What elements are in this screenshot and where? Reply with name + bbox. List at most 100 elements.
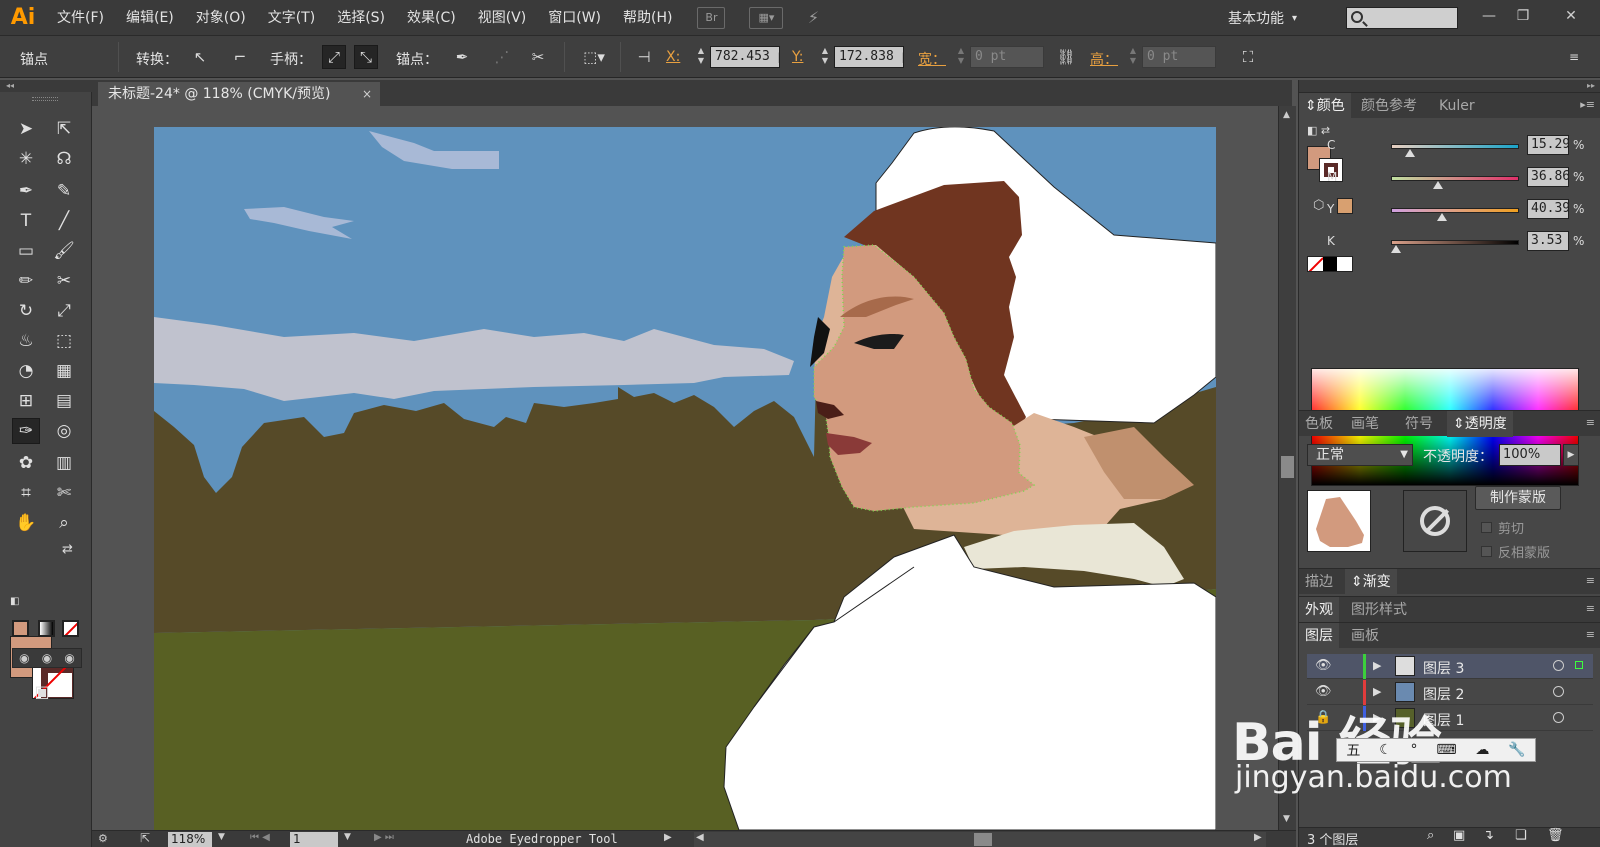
isolate-icon[interactable]: ⬚▾ [578, 45, 610, 69]
color-mode-icon[interactable] [12, 620, 29, 637]
screen-mode-icon[interactable]: ▣ [28, 678, 56, 704]
small-fill-stroke-icon[interactable]: ◧ ⇄ [1307, 124, 1330, 137]
next-artboard-icon[interactable]: ▶ ⏭ [374, 832, 394, 843]
channel-slider-thumb[interactable] [1433, 181, 1444, 189]
channel-value-field[interactable]: 3.53 [1527, 231, 1569, 251]
artboard-tool-icon[interactable]: ⌗ [12, 480, 40, 506]
close-window-button[interactable]: ✕ [1556, 4, 1586, 28]
moon-icon[interactable]: ☾ [1379, 742, 1392, 758]
show-handles-icon[interactable]: ⤢ [322, 45, 346, 69]
column-graph-tool-icon[interactable]: ▥ [50, 450, 78, 476]
tab-gradient[interactable]: ⇕渐变 [1345, 569, 1397, 595]
tab-swatches[interactable]: 色板 [1299, 411, 1339, 437]
invert-mask-checkbox-row[interactable]: 反相蒙版 [1481, 542, 1550, 561]
channel-value-field[interactable]: 36.86 [1527, 167, 1569, 187]
curvature-tool-icon[interactable]: ✎ [50, 178, 78, 204]
status-menu-icon[interactable]: ▶ [664, 832, 672, 843]
menu-view[interactable]: 视图(V) [467, 0, 538, 36]
blend-mode-select[interactable]: 正常 ▼ [1307, 444, 1413, 466]
type-tool-icon[interactable]: T [12, 208, 40, 234]
locate-object-icon[interactable]: ⌕ [1427, 828, 1434, 843]
eye-icon[interactable]: 👁 [1315, 658, 1332, 673]
width-stepper[interactable]: ▲ ▼ [954, 46, 968, 68]
tab-layers[interactable]: 图层 [1299, 623, 1339, 649]
panel-menu-icon[interactable]: ≡ [1562, 45, 1586, 69]
eyedropper-tool-icon[interactable]: ✑ [12, 418, 40, 444]
menu-help[interactable]: 帮助(H) [612, 0, 683, 36]
scissors-tool-icon[interactable]: ✂ [50, 268, 78, 294]
new-layer-icon[interactable]: ❏ [1515, 828, 1527, 843]
collapse-panels-icon[interactable]: ▸▸ [1299, 80, 1600, 92]
shape-builder-tool-icon[interactable]: ◔ [12, 358, 40, 384]
canvas-area[interactable] [92, 106, 1278, 830]
gradient-tool-icon[interactable]: ▤ [50, 388, 78, 414]
artboard-number-field[interactable]: 1 [290, 832, 338, 847]
rectangle-tool-icon[interactable]: ▭ [12, 238, 40, 264]
connect-anchors-icon[interactable]: ⋰ [490, 45, 514, 69]
bridge-button[interactable]: Br [697, 6, 726, 29]
tab-color[interactable]: ⇕颜色 [1299, 93, 1351, 119]
menu-window[interactable]: 窗口(W) [537, 0, 612, 36]
line-tool-icon[interactable]: ╱ [50, 208, 78, 234]
y-coordinate-field[interactable]: 172.838 p [834, 46, 904, 68]
channel-slider-track[interactable] [1391, 208, 1519, 213]
height-stepper[interactable]: ▲ ▼ [1126, 46, 1140, 68]
tab-kuler[interactable]: Kuler [1433, 93, 1481, 119]
none-swatch[interactable] [1308, 257, 1323, 271]
workspace-switcher[interactable]: 基本功能 ▾ [1228, 6, 1320, 30]
scroll-thumb[interactable] [1281, 456, 1294, 478]
x-coordinate-field[interactable]: 782.453 p [710, 46, 780, 68]
lasso-tool-icon[interactable]: ☊ [50, 146, 78, 172]
artwork[interactable] [154, 127, 1216, 830]
tab-symbols[interactable]: 符号 [1399, 411, 1439, 437]
layer-row[interactable]: 👁 ▶ 图层 3 [1307, 654, 1593, 679]
blend-tool-icon[interactable]: ◎ [50, 418, 78, 444]
gradient-mode-icon[interactable] [38, 620, 55, 637]
mask-thumbnail[interactable] [1403, 490, 1467, 552]
channel-slider-thumb[interactable] [1391, 245, 1402, 253]
zoom-field[interactable]: 118% [168, 832, 212, 847]
scale-tool-icon[interactable]: ⤢ [50, 298, 78, 324]
default-colors-icon[interactable]: ◧ [10, 596, 19, 607]
zoom-dropdown-icon[interactable]: ▼ [218, 832, 225, 842]
expand-arrow-icon[interactable]: ▶ [1373, 659, 1381, 672]
dot-icon[interactable]: ° [1411, 742, 1418, 758]
input-method-toolbar[interactable]: 五 ☾ ° ⌨ ☁ 🔧 [1336, 738, 1536, 762]
scroll-thumb[interactable] [974, 833, 992, 846]
channel-value-field[interactable]: 15.29 [1527, 135, 1569, 155]
height-field[interactable]: 0 pt [1142, 46, 1216, 68]
transform-icon[interactable]: ⛶ [1236, 45, 1260, 69]
make-mask-button[interactable]: 制作蒙版 [1475, 486, 1561, 510]
collapse-icon[interactable]: ◂◂ [0, 80, 92, 92]
tab-appearance[interactable]: 外观 [1299, 597, 1339, 623]
expand-arrow-icon[interactable]: ▶ [1373, 685, 1381, 698]
scroll-right-icon[interactable]: ▶ [1254, 832, 1262, 843]
hand-tool-icon[interactable]: ✋ [12, 510, 40, 536]
swap-fill-stroke-icon[interactable]: ⇄ [62, 542, 73, 557]
channel-slider-track[interactable] [1391, 176, 1519, 181]
scroll-left-icon[interactable]: ◀ [696, 832, 704, 843]
menu-effect[interactable]: 效果(C) [396, 0, 467, 36]
selection-indicator[interactable] [1575, 661, 1583, 669]
opacity-field[interactable]: 100% [1499, 444, 1561, 466]
convert-to-corner-icon[interactable]: ↖ [188, 45, 212, 69]
paintbrush-tool-icon[interactable]: 🖌 [50, 238, 78, 264]
warp-tool-icon[interactable]: ♨ [12, 328, 40, 354]
clip-checkbox-row[interactable]: 剪切 [1481, 518, 1524, 537]
artboard-dropdown-icon[interactable]: ▼ [344, 832, 351, 842]
black-swatch[interactable] [1322, 257, 1338, 271]
tab-color-guide[interactable]: 颜色参考 [1355, 93, 1423, 119]
wrench-icon[interactable]: 🔧 [1508, 742, 1525, 758]
align-anchor-icon[interactable]: ⊣ [632, 45, 656, 69]
panel-menu-icon[interactable]: ≡ [1586, 416, 1595, 429]
minimize-button[interactable]: — [1474, 4, 1504, 28]
hide-handles-icon[interactable]: ⤡ [354, 45, 378, 69]
cut-path-icon[interactable]: ✂ [526, 45, 550, 69]
delete-layer-icon[interactable]: 🗑 [1547, 828, 1564, 843]
remove-anchor-icon[interactable]: ✒ [450, 45, 474, 69]
menu-type[interactable]: 文字(T) [257, 0, 326, 36]
close-tab-icon[interactable]: × [362, 82, 372, 106]
ime-logo-icon[interactable]: 五 [1346, 740, 1360, 760]
artboard[interactable] [154, 127, 1216, 830]
out-of-gamut-icon[interactable]: ⬡ [1313, 198, 1324, 213]
